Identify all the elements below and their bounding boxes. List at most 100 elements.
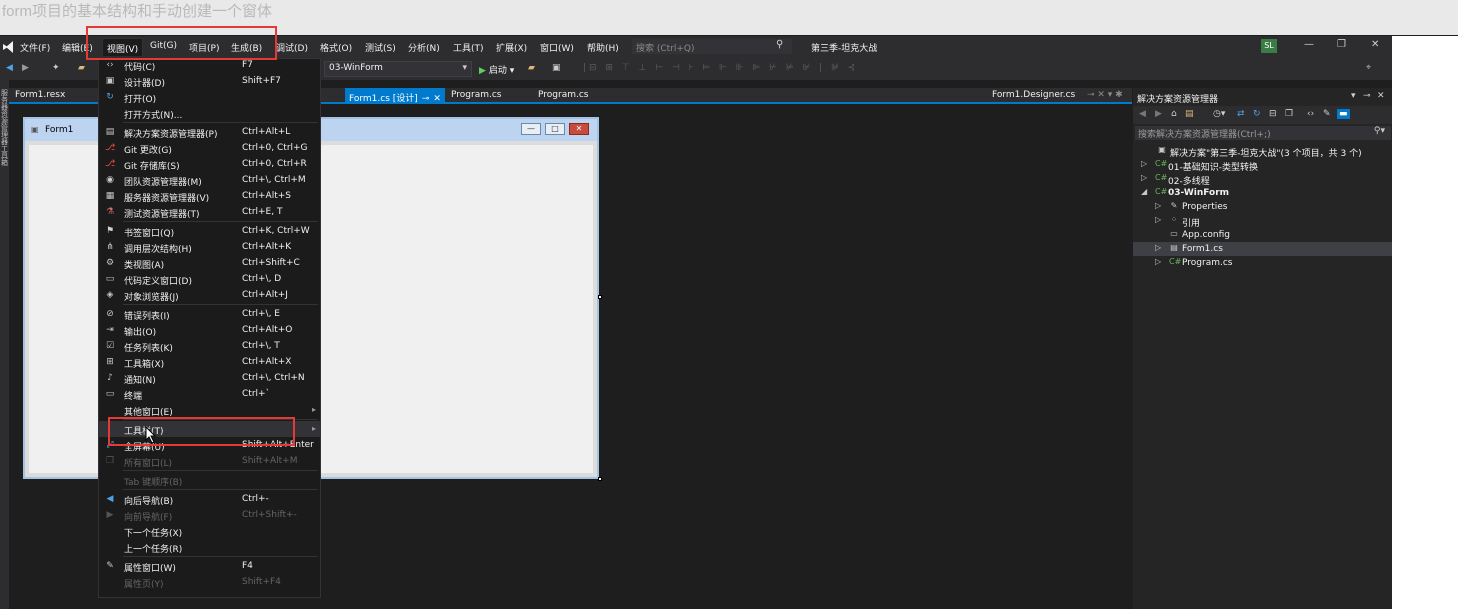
menu-analyze[interactable]: 分析(N) (408, 41, 440, 54)
collapse-all-icon[interactable]: ⊟ (1269, 109, 1277, 119)
close-tab-icon[interactable]: ✕ (433, 94, 441, 104)
tab-form1-designer-cs[interactable]: Form1.Designer.cs (992, 90, 1075, 100)
view-menu-item[interactable]: ◈ 对象浏览器(J) Ctrl+Alt+J (99, 287, 320, 303)
avatar[interactable]: SL (1261, 39, 1277, 53)
expand-arrow-icon[interactable]: ▷ (1141, 173, 1147, 182)
view-menu-item[interactable]: ◉ 团队资源管理器(M) Ctrl+\, Ctrl+M (99, 172, 320, 188)
solution-search-input[interactable]: 搜索解决方案资源管理器(Ctrl+;) ⚲▾ (1135, 126, 1391, 140)
menu-help[interactable]: 帮助(H) (587, 41, 619, 54)
tree-item[interactable]: ▷ ⁘ 引用 (1133, 214, 1392, 229)
view-menu-item[interactable]: ▦ 服务器资源管理器(V) Ctrl+Alt+S (99, 188, 320, 204)
view-menu-item[interactable]: ▤ 解决方案资源管理器(P) Ctrl+Alt+L (99, 124, 320, 140)
tree-item[interactable]: ▣ 解决方案"第三季-坦克大战"(3 个项目，共 3 个) (1133, 144, 1392, 159)
menu-tools[interactable]: 工具(T) (453, 41, 484, 54)
view-menu-item[interactable]: ⚙ 类视图(A) Ctrl+Shift+C (99, 255, 320, 271)
view-menu-item[interactable]: ▭ 代码定义窗口(D) Ctrl+\, D (99, 271, 320, 287)
home-icon[interactable]: ⌂ (1171, 109, 1177, 119)
view-code-icon[interactable]: ‹› (1307, 109, 1314, 119)
resize-handle-right[interactable] (598, 295, 602, 299)
back-nav-icon[interactable]: ◀ (6, 63, 13, 73)
tree-item[interactable]: ◢ C# 03-WinForm (1133, 186, 1392, 200)
menu-window[interactable]: 窗口(W) (540, 41, 574, 54)
view-menu-item[interactable]: ◀ 向后导航(B) Ctrl+- (99, 491, 320, 507)
close-icon[interactable]: ✕ (1377, 91, 1385, 101)
tab-form1-design[interactable]: Form1.cs [设计] ⊸ ✕ (345, 88, 445, 104)
tab-form1-resx[interactable]: Form1.resx (15, 90, 65, 100)
properties-icon[interactable]: ✎ (1323, 109, 1331, 119)
form-close-icon[interactable]: ✕ (569, 123, 589, 135)
chevron-down-icon[interactable]: ▾ (1351, 91, 1356, 101)
collapse-arrow-icon[interactable]: ◢ (1141, 187, 1147, 196)
view-menu-item[interactable]: ☑ 任务列表(K) Ctrl+\, T (99, 338, 320, 354)
refresh-icon[interactable]: ↻ (1253, 109, 1261, 119)
sync-icon[interactable]: ⇄ (1237, 109, 1245, 119)
menu-test[interactable]: 测试(S) (365, 41, 396, 54)
view-menu-item[interactable]: 下一个任务(X) (99, 523, 320, 539)
minimize-icon[interactable]: — (1304, 39, 1314, 50)
expand-arrow-icon[interactable]: ▷ (1155, 257, 1161, 266)
pin-tab-icon[interactable]: ⊸ (422, 94, 430, 104)
switch-views-icon[interactable]: ▤ (1185, 109, 1194, 119)
tree-item[interactable]: ▷ C# 02-多线程 (1133, 172, 1392, 187)
server-explorer-icon: ▦ (105, 191, 115, 201)
back-icon[interactable]: ◀ (1139, 109, 1146, 119)
view-menu-item[interactable]: ▭ 终端 Ctrl+` (99, 386, 320, 402)
expand-arrow-icon[interactable]: ▷ (1155, 243, 1161, 252)
view-menu-item[interactable]: ▣ 设计器(D) Shift+F7 (99, 73, 320, 89)
open-folder-icon[interactable]: ▰ (78, 63, 85, 73)
folder-icon[interactable]: ▰ (528, 63, 535, 73)
view-menu-item[interactable]: ⊘ 错误列表(I) Ctrl+\, E (99, 306, 320, 322)
view-menu-item[interactable]: ↻ 打开(O) (99, 89, 320, 105)
startup-project-select[interactable]: 03-WinForm ▾ (324, 61, 472, 77)
menu-extensions[interactable]: 扩展(X) (496, 41, 527, 54)
tree-item[interactable]: ▭ App.config (1133, 228, 1392, 242)
screenshot-icon[interactable]: ▣ (552, 63, 561, 73)
view-menu-item[interactable]: ⚗ 测试资源管理器(T) Ctrl+E, T (99, 204, 320, 220)
view-menu-item-shortcut: Ctrl+\, T (242, 341, 280, 351)
tree-item[interactable]: ▷ C# 01-基础知识-类型转换 (1133, 158, 1392, 173)
expand-arrow-icon[interactable]: ▷ (1141, 159, 1147, 168)
resize-handle-corner[interactable] (598, 477, 602, 481)
view-menu-item[interactable]: ⎇ Git 存储库(S) Ctrl+0, Ctrl+R (99, 156, 320, 172)
view-menu-item[interactable]: 打开方式(N)... (99, 105, 320, 121)
expand-arrow-icon[interactable]: ▷ (1155, 215, 1161, 224)
form-minimize-icon[interactable]: — (521, 123, 541, 135)
tab-program-cs-1[interactable]: Program.cs (451, 90, 501, 100)
menu-debug[interactable]: 调试(D) (276, 41, 308, 54)
view-menu-item[interactable]: 上一个任务(R) (99, 539, 320, 555)
pending-changes-icon[interactable]: ◷▾ (1213, 109, 1225, 119)
preview-selected-icon[interactable]: ▬ (1337, 109, 1350, 119)
pin-icon[interactable]: ⊸ (1363, 91, 1371, 101)
show-all-files-icon[interactable]: ❐ (1285, 109, 1293, 119)
view-menu-item[interactable]: ⋔ 调用层次结构(H) Ctrl+Alt+K (99, 239, 320, 255)
form-maximize-icon[interactable]: □ (545, 123, 565, 135)
view-menu-item[interactable]: ⎇ Git 更改(G) Ctrl+0, Ctrl+G (99, 140, 320, 156)
view-menu-item[interactable]: ♪ 通知(N) Ctrl+\, Ctrl+N (99, 370, 320, 386)
expand-arrow-icon[interactable]: ▷ (1155, 201, 1161, 210)
new-project-icon[interactable]: ✦ (52, 63, 60, 73)
forward-nav-icon[interactable]: ▶ (22, 63, 29, 73)
tree-item[interactable]: ▷ ▤ Form1.cs (1133, 242, 1392, 256)
menu-file[interactable]: 文件(F) (20, 41, 50, 54)
view-menu-item[interactable]: 其他窗口(E) ▸ (99, 402, 320, 418)
tab-overflow-icon[interactable]: ⊸ ✕ ▾ ✱ (1087, 90, 1123, 100)
close-icon[interactable]: ✕ (1371, 39, 1379, 50)
menu-format[interactable]: 格式(O) (320, 41, 352, 54)
search-icon[interactable]: ⚲ (776, 39, 783, 50)
tab-program-cs-2[interactable]: Program.cs (538, 90, 588, 100)
play-icon: ▶ (479, 66, 486, 76)
start-button[interactable]: ▶ 启动 ▾ (479, 63, 514, 76)
view-menu-item[interactable]: ⚑ 书签窗口(Q) Ctrl+K, Ctrl+W (99, 223, 320, 239)
view-menu-item[interactable]: ⇥ 输出(O) Ctrl+Alt+O (99, 322, 320, 338)
view-menu-item[interactable]: ⊞ 工具箱(X) Ctrl+Alt+X (99, 354, 320, 370)
restore-icon[interactable]: ❐ (1337, 39, 1346, 50)
view-menu-item[interactable]: ✎ 属性窗口(W) F4 (99, 558, 320, 574)
pin-icon[interactable]: ⌖ (1366, 63, 1371, 73)
view-menu-item[interactable]: ‹› 代码(C) F7 (99, 59, 320, 73)
tree-item[interactable]: ▷ C# Program.cs (1133, 256, 1392, 270)
server-explorer-toolbox-tab[interactable]: 服务器资源管理器工具箱 (1, 90, 9, 167)
tree-item[interactable]: ▷ ✎ Properties (1133, 200, 1392, 214)
search-input[interactable]: 搜索 (Ctrl+Q) (632, 39, 792, 54)
search-icon[interactable]: ⚲▾ (1374, 126, 1385, 136)
forward-icon[interactable]: ▶ (1155, 109, 1162, 119)
